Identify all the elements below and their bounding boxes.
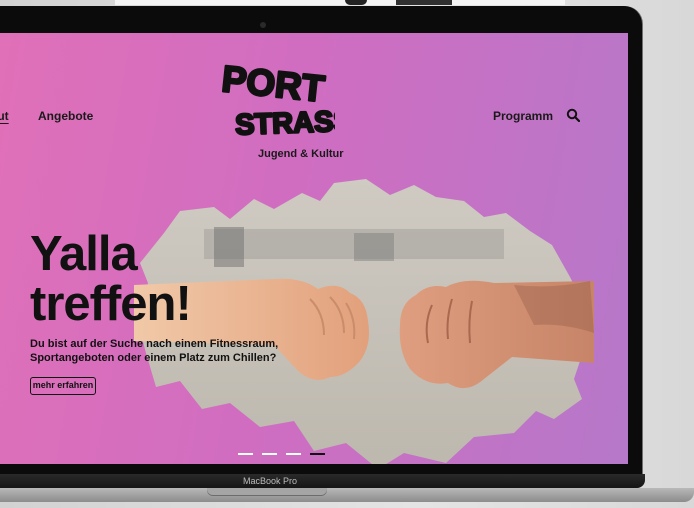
headline-line-1: Yalla [30,227,138,281]
carousel-dot[interactable] [262,453,277,455]
macbook-label: MacBook Pro [243,476,298,486]
laptop-notch [207,488,327,496]
carousel-dot-active[interactable] [310,453,325,455]
nav-link-angebote[interactable]: Angebote [38,109,93,123]
camera-dot [260,22,266,28]
carousel-dot[interactable] [286,453,301,455]
carousel-dot[interactable] [238,453,253,455]
logo-line-1: PORT [220,61,327,110]
carousel-indicators [238,453,325,455]
nav-link-programm[interactable]: Programm [493,109,553,123]
top-object [345,0,367,5]
tagline: Jugend & Kultur [258,148,344,160]
mehr-erfahren-button[interactable]: mehr erfahren [30,377,96,395]
hero-headline: Yalla treffen! [30,227,192,331]
hero-fist-bump-image [134,179,594,464]
nav-link-about[interactable]: out [0,109,9,123]
portstrasse-logo[interactable]: PORT STRASSE [219,61,335,141]
search-icon[interactable] [566,108,580,122]
website-screen: out Angebote Programm PORT STRASSE Jugen… [0,33,628,464]
logo-line-2: STRASSE [235,105,335,141]
laptop-hinge [0,474,645,488]
headline-line-2: treffen! [30,277,192,331]
hero-subtext: Du bist auf der Suche nach einem Fitness… [30,338,279,364]
top-strip [115,0,565,5]
laptop-base [0,488,694,502]
top-object-2 [396,0,452,5]
